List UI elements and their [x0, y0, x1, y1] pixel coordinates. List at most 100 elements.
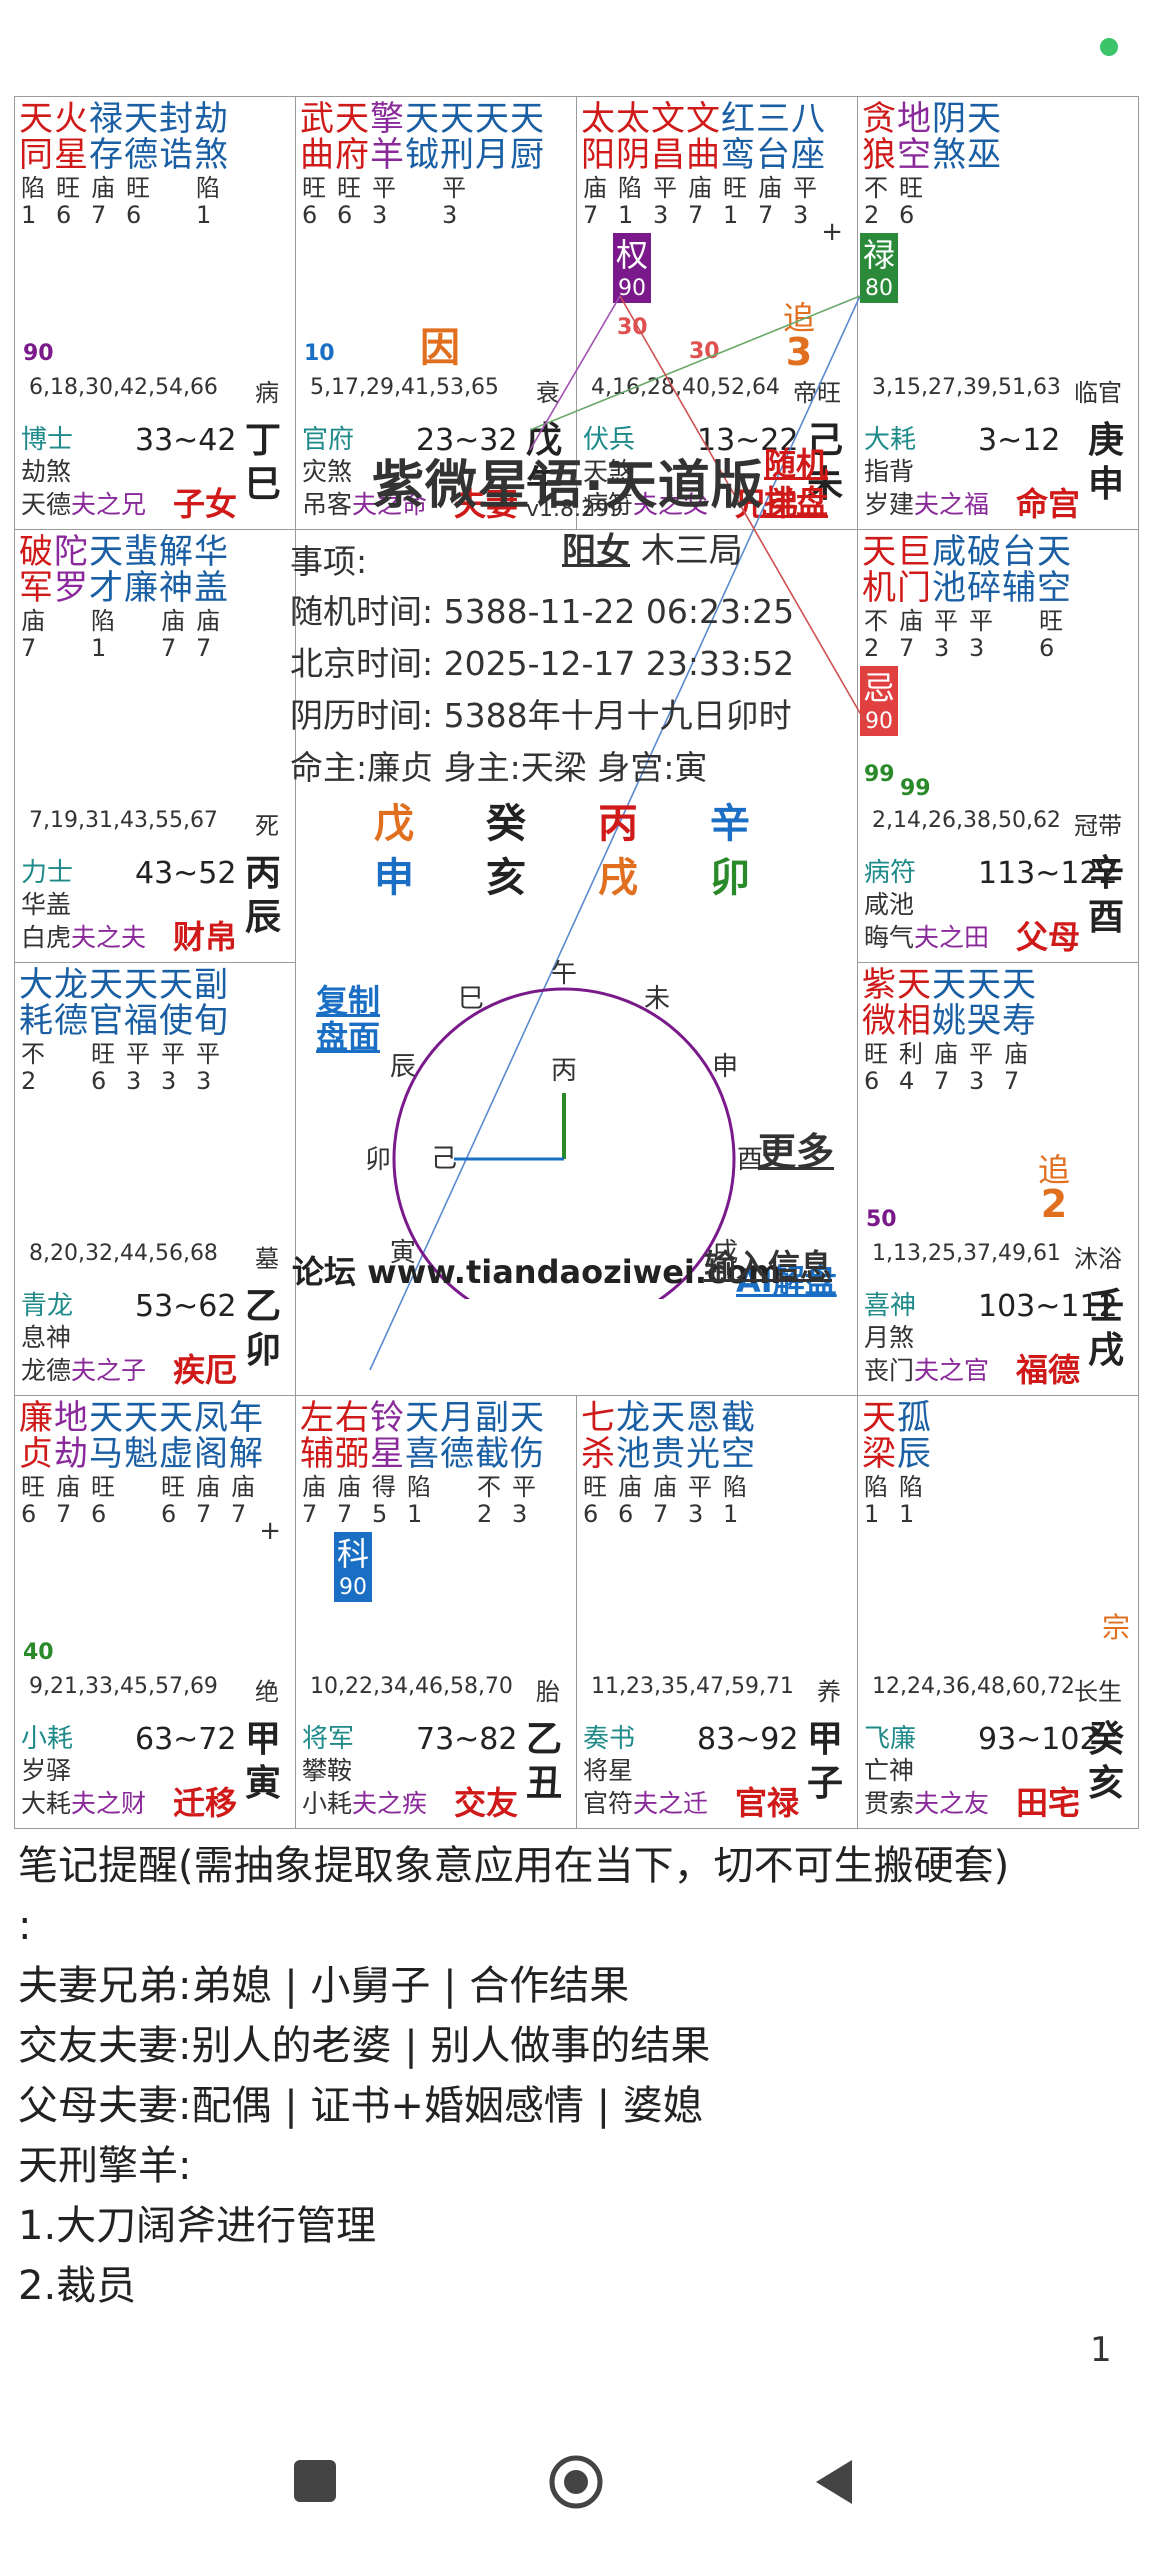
brightness-list: 旺6旺6平3平3: [302, 175, 477, 229]
palace-name[interactable]: 财帛: [173, 912, 237, 958]
brightness-value: 庙7: [583, 174, 607, 229]
star-name: 天福: [124, 965, 158, 1041]
age-list: 5,17,29,41,53,65: [310, 375, 499, 400]
palace-cell[interactable]: 紫微天相天姚天哭天寿旺 6 利 4 庙 7 平 3 庙 7 50 1,13,25,37,49,61 沐浴…: [857, 962, 1139, 1396]
palace-name[interactable]: 交友: [454, 1778, 518, 1824]
suiqian-star: 岁驿: [21, 1756, 72, 1785]
palace-name[interactable]: 疾厄: [173, 1345, 237, 1391]
palace-name[interactable]: 迁移: [173, 1778, 237, 1824]
palace-name[interactable]: 田宅: [1016, 1778, 1080, 1824]
plus-mark: +: [259, 1516, 281, 1546]
star-list: 天同火星禄存天德封诰劫煞: [19, 101, 229, 173]
score-number: 50: [866, 1207, 897, 1232]
star-name: 天月: [475, 99, 509, 175]
recent-apps-button[interactable]: [294, 2460, 336, 2502]
stem-branch: 甲子: [806, 1719, 843, 1804]
brightness-value: 平3: [442, 174, 466, 229]
star-name: 破碎: [967, 532, 1001, 608]
palace-name[interactable]: 福德: [1016, 1345, 1080, 1391]
palace-cell[interactable]: 七杀龙池天贵恩光截空旺 6 庙 6 庙 7 平 3 陷 1 11,23,35,47,59,71 养奏书…: [576, 1395, 858, 1829]
brightness-value: 平3: [969, 1040, 993, 1095]
zong-mark: 宗: [1101, 1611, 1130, 1644]
palace-cell[interactable]: 廉贞地劫天马天魁天虚凤阁年解旺 6 庙 7 旺 6 旺 6 庙 7 庙 7 +40 9,21,33,45,…: [14, 1395, 296, 1829]
age-list: 11,23,35,47,59,71: [591, 1674, 794, 1699]
brightness-value: 旺6: [864, 1040, 888, 1095]
brightness-list: 旺6庙7旺6旺6庙7庙7: [21, 1474, 266, 1528]
brightness-value: 陷1: [91, 607, 115, 662]
dial-inner-top: 丙: [551, 1056, 577, 1086]
palace-cell[interactable]: 大耗龙德天官天福天使副旬不 2 旺 6 平 3 平 3 平 3 8,20,32,44,56,68 墓青…: [14, 962, 296, 1396]
palace-name[interactable]: 父母: [1016, 912, 1080, 958]
score-number: 40: [23, 1640, 54, 1665]
brightness-value: [1004, 608, 1039, 662]
palace-cell[interactable]: 左辅右弼铃星天喜月德副截天伤庙 7 庙 7 得 5 陷 1 不 2 平 3 10,22,34,46,58…: [295, 1395, 577, 1829]
star-name: 华盖: [194, 532, 228, 608]
brightness-value: 旺6: [302, 174, 326, 229]
brightness-value: 旺6: [126, 174, 150, 229]
star-name: 八座: [791, 99, 825, 175]
palace-cell[interactable]: 天梁孤辰陷 1 陷 1 宗 12,24,36,48,60,72 长生 飞廉 亡神 贯索夫之友 93~…: [857, 1395, 1139, 1829]
palace-name[interactable]: 官禄: [735, 1778, 799, 1824]
star-list: 贪狼地空阴煞天巫: [862, 101, 1002, 173]
brightness-value: [442, 1474, 477, 1528]
brightness-value: 陷1: [899, 1473, 923, 1528]
score-number: 10: [304, 341, 335, 366]
sihua-badge: 忌 90: [860, 666, 898, 736]
score-number: 90: [23, 341, 54, 366]
score-number: 99: [900, 776, 931, 801]
stage-label: 墓: [255, 1245, 279, 1273]
brightness-value: 平3: [512, 1473, 536, 1528]
stage-label: 冠带: [1074, 812, 1122, 840]
star-name: 天使: [159, 965, 193, 1041]
star-name: 天机: [862, 532, 896, 608]
suiqian-star: 劫煞: [21, 457, 72, 486]
note-line: 交友夫妻:别人的老婆 | 别人做事的结果: [18, 2023, 711, 2069]
star-name: 天府: [335, 99, 369, 175]
palace-name[interactable]: 命宫: [1016, 479, 1080, 525]
star-name: 咸池: [932, 532, 966, 608]
palace-cell[interactable]: 天机巨门咸池破碎台辅天空不 2 庙 7 平 3 平 3 旺 6 2,14,26,38,50,62 冠带…: [857, 529, 1139, 963]
star-list: 廉贞地劫天马天魁天虚凤阁年解: [19, 1400, 264, 1472]
stem-branch: 乙丑: [525, 1719, 562, 1804]
stem-branch: 乙卯: [244, 1286, 281, 1371]
brightness-value: 庙7: [758, 174, 782, 229]
star-name: 禄存: [89, 99, 123, 175]
boshi-star: 奏书: [583, 1724, 636, 1754]
palace-cell[interactable]: 破军陀罗天才蜚廉解神华盖庙 7 陷 1 庙 7 庙 7 7,19,31,43,55,67 死力士华…: [14, 529, 296, 963]
star-name: 天喜: [405, 1398, 439, 1474]
home-button[interactable]: [548, 2454, 604, 2514]
brightness-value: 平3: [934, 607, 958, 662]
sihua-badge: 科 90: [334, 1532, 372, 1602]
age-list: 10,22,34,46,58,70: [310, 1674, 513, 1699]
stage-label: 衰: [536, 379, 560, 407]
decade-range: 43~52: [135, 856, 237, 891]
brightness-value: 平3: [688, 1473, 712, 1528]
brightness-value: 庙7: [56, 1473, 80, 1528]
sihua-badge: 权 90: [613, 233, 651, 303]
boshi-star: 青龙: [21, 1291, 74, 1321]
palace-name[interactable]: 子女: [173, 479, 237, 525]
brightness-value: 不2: [864, 174, 888, 229]
input-info-button[interactable]: 输入信息: [704, 1241, 832, 1287]
suiqian-star: 月煞: [864, 1323, 915, 1352]
back-button[interactable]: [810, 2456, 856, 2512]
brightness-value: 平3: [126, 1040, 150, 1095]
star-name: 右弼: [335, 1398, 369, 1474]
palace-cell[interactable]: 贪狼地空阴煞天巫不 2 旺 6 3,15,27,39,51,63 临官 大耗 指背 岁建夫之福 3…: [857, 96, 1139, 530]
stage-label: 死: [255, 812, 279, 840]
brightness-value: 不2: [477, 1473, 501, 1528]
stage-label: 胎: [536, 1678, 560, 1706]
triangle-back-icon: [816, 2460, 852, 2504]
palace-cell[interactable]: 天同火星禄存天德封诰劫煞陷 1 旺 6 庙 7 旺 6 陷 1 90 6,18,30,42,54,66…: [14, 96, 296, 530]
boshi-star: 飞廉: [864, 1724, 917, 1754]
boshi-star: 小耗: [21, 1724, 74, 1754]
star-name: 天寿: [1002, 965, 1036, 1041]
brightness-value: 陷1: [723, 1473, 747, 1528]
brightness-list: 不2旺6: [864, 175, 934, 229]
dial-inner-left: 己: [431, 1144, 457, 1174]
stem-branch: 丙辰: [244, 853, 281, 938]
star-list: 太阳太阴文昌文曲红鸾三台八座: [581, 101, 826, 173]
brightness-value: 庙7: [934, 1040, 958, 1095]
age-list: 9,21,33,45,57,69: [29, 1674, 218, 1699]
star-name: 天德: [124, 99, 158, 175]
